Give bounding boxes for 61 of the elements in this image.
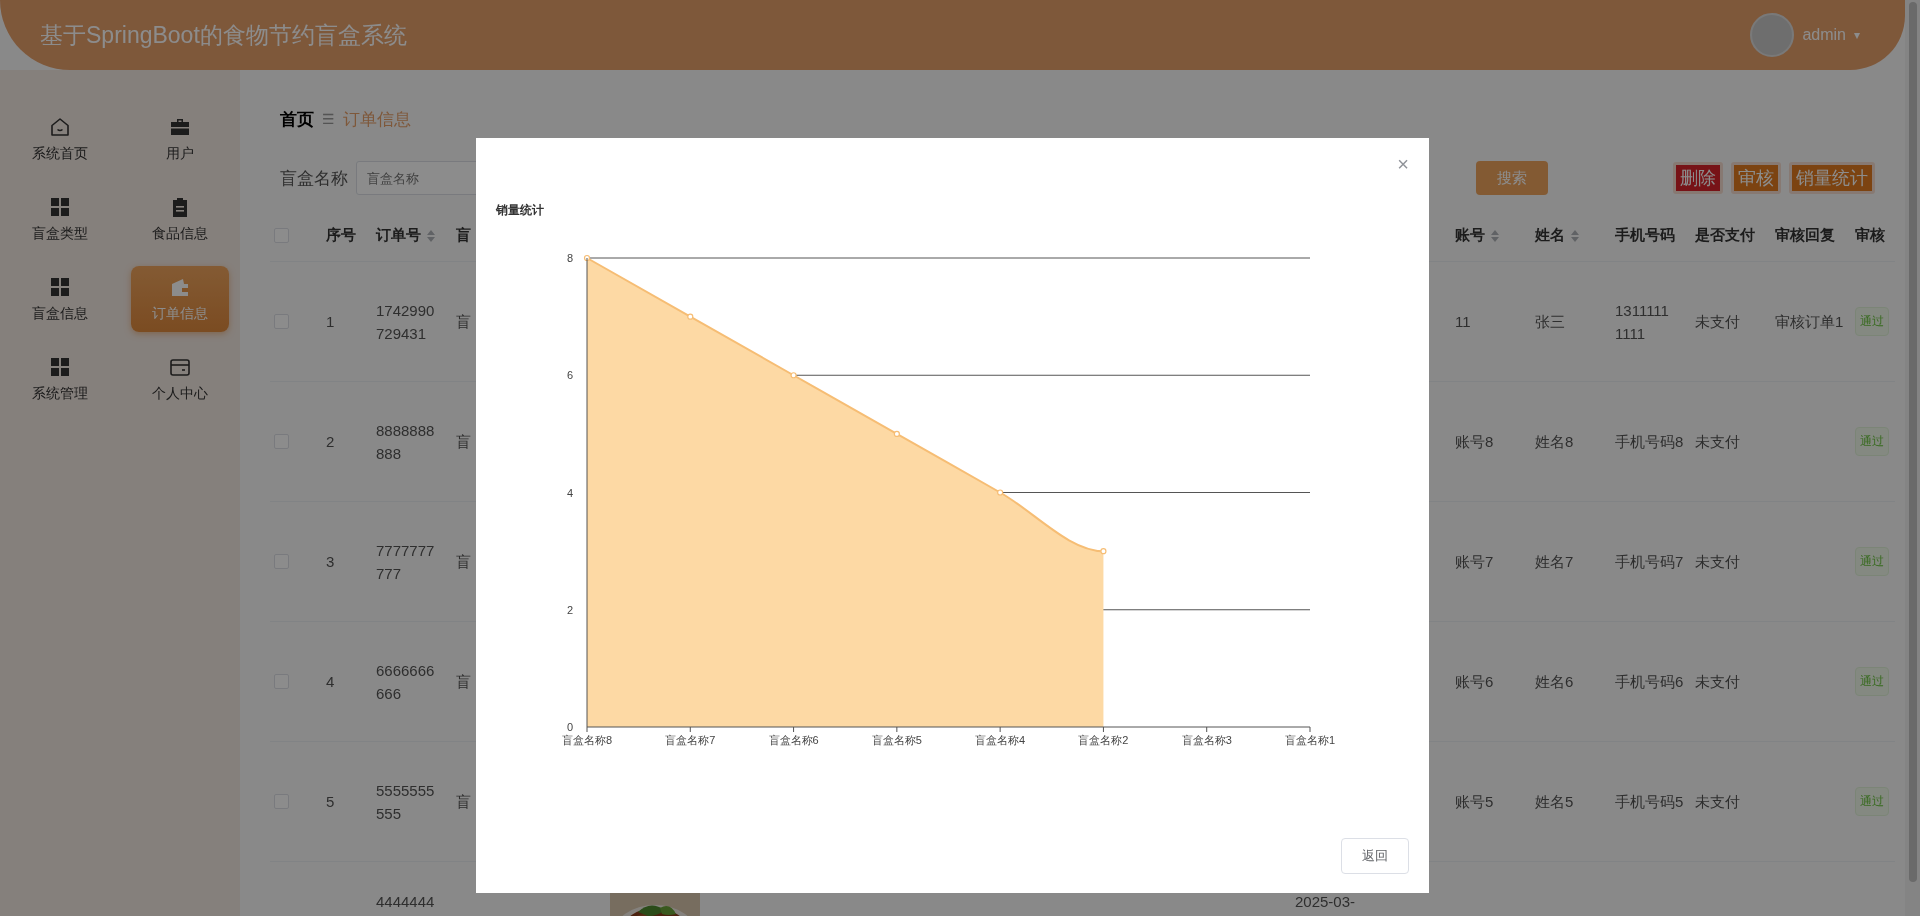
table-cell-text: 未支付 [1695, 432, 1740, 452]
table-cell-text: 8888888 888 [376, 420, 435, 464]
table-cell-text: 账号8 [1455, 432, 1494, 452]
axis-label: 盲盒名称5 [871, 734, 922, 746]
breadcrumb-current: 订单信息 [342, 108, 411, 131]
table-cell-text: 6666666 666 [376, 660, 435, 704]
table-cell-text: 手机号码8 [1615, 432, 1684, 452]
table-cell-text: 盲 [456, 552, 471, 572]
status-tag: 通过 [1855, 427, 1889, 456]
app-title: 基于SpringBoot的食物节约盲盒系统 [40, 20, 407, 50]
table-cell-text: 姓名8 [1535, 432, 1574, 452]
table-cell-text: 1742990 729431 [376, 300, 435, 344]
table-cell-text: 2 [326, 432, 335, 452]
axis-label: 8 [566, 252, 573, 264]
status-tag: 通过 [1855, 307, 1889, 336]
axis-label: 盲盒名称3 [1181, 734, 1232, 746]
axis-label: 2 [566, 603, 573, 616]
table-cell-text: 姓名6 [1535, 672, 1574, 692]
table-cell-text: 张三 [1535, 312, 1565, 332]
table-cell-text: 2025-03- [1295, 892, 1356, 912]
table-cell-text: 盲 [456, 672, 471, 692]
table-cell-text: 手机号码7 [1615, 552, 1684, 572]
table-cell-text: 未支付 [1695, 672, 1740, 692]
chart-title: 销量统计 [496, 202, 545, 218]
table-cell-text: 未支付 [1695, 312, 1740, 332]
table-cell-text: 未支付 [1695, 552, 1740, 572]
axis-label: 盲盒名称1 [1284, 734, 1336, 746]
status-tag: 通过 [1855, 787, 1889, 816]
table-cell-text: 盲 [456, 432, 471, 452]
table-cell-text: 盲 [456, 312, 471, 332]
axis-label: 6 [566, 369, 573, 382]
axis-label: 盲盒名称2 [1078, 734, 1129, 746]
table-cell-text: 1 [326, 312, 335, 332]
table-cell-text: 姓名5 [1535, 792, 1574, 812]
axis-label: 盲盒名称8 [561, 734, 613, 746]
search-label: 盲盒名称 [280, 167, 348, 190]
table-cell-text: 盲 [456, 792, 471, 812]
axis-label: 盲盒名称4 [975, 734, 1026, 746]
axis-label: 4 [566, 486, 573, 499]
status-tag: 通过 [1855, 667, 1889, 696]
table-cell-text: 手机号码5 [1615, 792, 1684, 812]
table-cell-text: 手机号码6 [1615, 672, 1684, 692]
breadcrumb-separator: ☰ [322, 111, 335, 127]
table-cell-text: 账号5 [1455, 792, 1494, 812]
axis-label: 盲盒名称7 [665, 734, 716, 746]
table-cell-text: 4444444 [376, 892, 435, 912]
table-cell-text: 7777777 777 [376, 540, 435, 584]
table-cell-text: 3 [326, 552, 335, 572]
table-cell-text: 未支付 [1695, 792, 1740, 812]
status-tag: 通过 [1855, 547, 1889, 576]
table-cell-text: 5 [326, 792, 335, 812]
axis-label: 0 [566, 721, 573, 733]
table-cell-text: 审核订单1 [1775, 312, 1844, 332]
table-cell-text: 11 [1455, 312, 1471, 332]
table-cell-text: 4 [326, 672, 335, 692]
table-cell-text: 姓名7 [1535, 552, 1574, 572]
table-cell-text: 1311111 1111 [1615, 300, 1669, 344]
table-cell-text: 账号6 [1455, 672, 1494, 692]
axis-label: 盲盒名称6 [768, 734, 819, 746]
table-cell-text: 账号7 [1455, 552, 1494, 572]
table-cell-text: 5555555 555 [376, 780, 435, 824]
